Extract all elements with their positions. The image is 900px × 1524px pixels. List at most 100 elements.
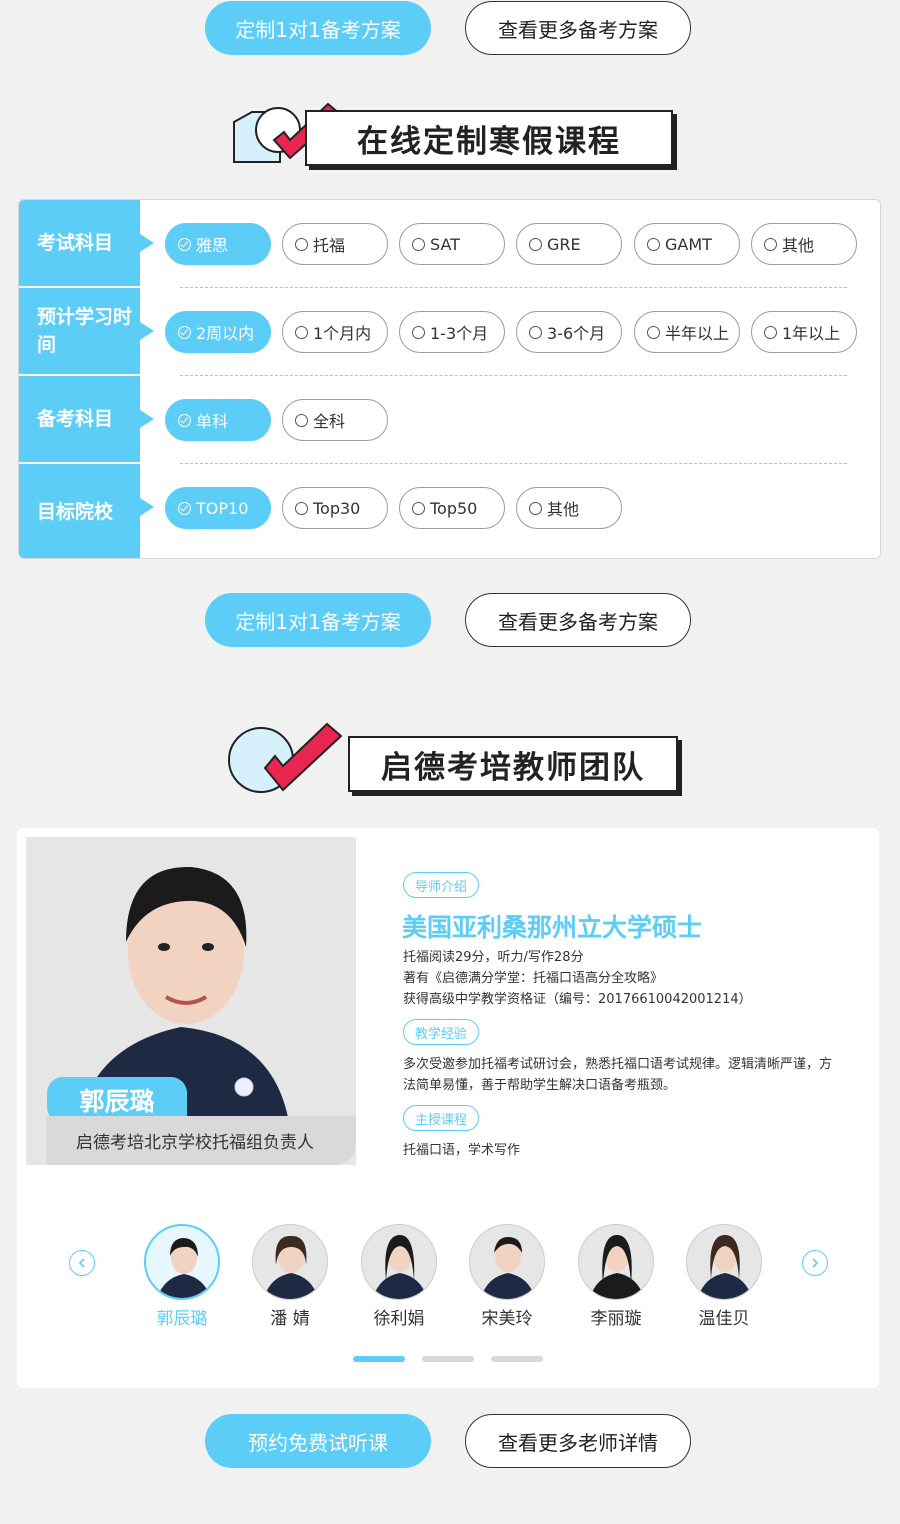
avatar-portrait-icon bbox=[157, 1238, 211, 1298]
avatar-portrait-icon bbox=[263, 1235, 319, 1299]
more-teachers-button[interactable]: 查看更多老师详情 bbox=[465, 1414, 691, 1468]
avatar-portrait-icon bbox=[589, 1235, 645, 1299]
teacher-avatar bbox=[252, 1224, 328, 1300]
radio-icon bbox=[764, 237, 777, 251]
teacher-courses: 托福口语，学术写作 bbox=[403, 1143, 521, 1158]
check-badge-icon bbox=[228, 722, 343, 793]
option-within-1-month[interactable]: 1个月内 bbox=[282, 311, 388, 353]
radio-icon bbox=[647, 325, 660, 339]
form-row-study-time: 预计学习时间 2周以内 1个月内 1-3个月 3-6个月 半年以上 1年以上 bbox=[19, 288, 880, 376]
tag-experience: 教学经验 bbox=[403, 1019, 480, 1045]
option-top30[interactable]: Top30 bbox=[282, 487, 388, 529]
row-label-exam-subject: 考试科目 bbox=[19, 200, 154, 286]
carousel-teacher-item[interactable]: 温佳贝 bbox=[684, 1224, 764, 1329]
carousel-teacher-item[interactable]: 潘 婧 bbox=[250, 1224, 330, 1329]
option-top50[interactable]: Top50 bbox=[399, 487, 505, 529]
radio-checked-icon bbox=[178, 413, 191, 427]
teacher-avatar-name: 温佳贝 bbox=[698, 1309, 750, 1329]
carousel-teacher-item[interactable]: 宋美玲 bbox=[467, 1224, 547, 1329]
section-title-course: 在线定制寒假课程 bbox=[0, 100, 900, 172]
section-title-text: 在线定制寒假课程 bbox=[305, 110, 673, 166]
option-over-half-year[interactable]: 半年以上 bbox=[634, 311, 740, 353]
radio-icon bbox=[529, 501, 542, 515]
radio-checked-icon bbox=[178, 237, 191, 251]
carousel-prev-button[interactable] bbox=[69, 1250, 95, 1276]
customize-plan-button[interactable]: 定制1对1备考方案 bbox=[205, 593, 431, 647]
radio-icon bbox=[295, 237, 308, 251]
option-within-2-weeks[interactable]: 2周以内 bbox=[165, 311, 271, 353]
section-title-text: 启德考培教师团队 bbox=[348, 736, 678, 792]
option-3-6-months[interactable]: 3-6个月 bbox=[516, 311, 622, 353]
radio-icon bbox=[529, 325, 542, 339]
tag-intro: 导师介绍 bbox=[403, 872, 480, 898]
option-other-subject[interactable]: 其他 bbox=[751, 223, 857, 265]
intro-line: 获得高级中学教学资格证（编号：20176610042001214） bbox=[403, 992, 752, 1007]
carousel-page-dot[interactable] bbox=[422, 1356, 474, 1362]
avatar-portrait-icon bbox=[372, 1235, 428, 1299]
tag-courses: 主授课程 bbox=[403, 1105, 480, 1131]
section-title-teachers: 启德考培教师团队 bbox=[0, 720, 900, 800]
form-row-prep-scope: 备考科目 单科 全科 bbox=[19, 376, 880, 464]
option-all-subjects[interactable]: 全科 bbox=[282, 399, 388, 441]
form-row-exam-subject: 考试科目 雅思 托福 SAT GRE GAMT 其他 bbox=[19, 200, 880, 288]
avatar-portrait-icon bbox=[697, 1235, 753, 1299]
avatar-portrait-icon bbox=[480, 1237, 536, 1299]
option-sat[interactable]: SAT bbox=[399, 223, 505, 265]
carousel-teacher-item[interactable]: 徐利娟 bbox=[359, 1224, 439, 1329]
mid-button-row: 定制1对1备考方案 查看更多备考方案 bbox=[0, 593, 900, 647]
teacher-experience: 多次受邀参加托福考试研讨会，熟悉托福口语考试规律。逻辑清晰严谨，方法简单易懂，善… bbox=[403, 1057, 833, 1093]
teacher-role: 启德考培北京学校托福组负责人 bbox=[46, 1116, 356, 1165]
intro-line: 著有《启德满分学堂：托福口语高分全攻略》 bbox=[403, 971, 664, 986]
top-button-row: 定制1对1备考方案 查看更多备考方案 bbox=[0, 1, 900, 55]
course-customize-form: 考试科目 雅思 托福 SAT GRE GAMT 其他 预计学习时间 2周以内 1… bbox=[18, 199, 881, 559]
option-single-subject[interactable]: 单科 bbox=[165, 399, 271, 441]
carousel-teacher-item[interactable]: 郭辰璐 bbox=[142, 1224, 222, 1329]
option-gamt[interactable]: GAMT bbox=[634, 223, 740, 265]
option-gre[interactable]: GRE bbox=[516, 223, 622, 265]
radio-icon bbox=[529, 237, 542, 251]
teacher-avatar-name: 李丽璇 bbox=[590, 1309, 642, 1329]
teacher-avatar-name: 徐利娟 bbox=[373, 1309, 425, 1329]
radio-icon bbox=[295, 501, 308, 515]
option-top10[interactable]: TOP10 bbox=[165, 487, 271, 529]
radio-checked-icon bbox=[178, 501, 191, 515]
more-plans-button[interactable]: 查看更多备考方案 bbox=[465, 1, 691, 55]
row-label-target-school: 目标院校 bbox=[19, 464, 154, 558]
teacher-avatar-name: 宋美玲 bbox=[481, 1309, 533, 1329]
row-label-prep-scope: 备考科目 bbox=[19, 376, 154, 462]
radio-icon bbox=[647, 237, 660, 251]
carousel-next-button[interactable] bbox=[802, 1250, 828, 1276]
option-ielts[interactable]: 雅思 bbox=[165, 223, 271, 265]
chevron-left-icon bbox=[78, 1258, 85, 1268]
intro-line: 托福阅读29分，听力/写作28分 bbox=[403, 950, 584, 965]
radio-icon bbox=[412, 325, 425, 339]
radio-icon bbox=[295, 325, 308, 339]
teacher-avatar bbox=[361, 1224, 437, 1300]
teacher-avatar bbox=[144, 1224, 220, 1300]
radio-icon bbox=[412, 501, 425, 515]
radio-icon bbox=[764, 325, 777, 339]
radio-icon bbox=[295, 413, 308, 427]
teacher-headline: 美国亚利桑那州立大学硕士 bbox=[402, 913, 703, 942]
radio-checked-icon bbox=[178, 325, 191, 339]
book-free-class-button[interactable]: 预约免费试听课 bbox=[205, 1414, 431, 1468]
teacher-avatar bbox=[686, 1224, 762, 1300]
teacher-avatar bbox=[578, 1224, 654, 1300]
chevron-right-icon bbox=[812, 1258, 819, 1268]
teacher-avatar-name: 郭辰璐 bbox=[156, 1309, 208, 1329]
carousel-page-dot[interactable] bbox=[353, 1356, 405, 1362]
form-row-target-school: 目标院校 TOP10 Top30 Top50 其他 bbox=[19, 464, 880, 558]
option-over-1-year[interactable]: 1年以上 bbox=[751, 311, 857, 353]
teacher-avatar bbox=[469, 1224, 545, 1300]
option-toefl[interactable]: 托福 bbox=[282, 223, 388, 265]
teacher-card: 郭辰璐 启德考培北京学校托福组负责人 导师介绍 美国亚利桑那州立大学硕士 托福阅… bbox=[17, 828, 879, 1388]
carousel-page-dot[interactable] bbox=[491, 1356, 543, 1362]
option-other-school[interactable]: 其他 bbox=[516, 487, 622, 529]
carousel-teacher-item[interactable]: 李丽璇 bbox=[576, 1224, 656, 1329]
radio-icon bbox=[412, 237, 425, 251]
teacher-avatar-name: 潘 婧 bbox=[270, 1309, 310, 1329]
option-1-3-months[interactable]: 1-3个月 bbox=[399, 311, 505, 353]
customize-plan-button[interactable]: 定制1对1备考方案 bbox=[205, 1, 431, 55]
more-plans-button[interactable]: 查看更多备考方案 bbox=[465, 593, 691, 647]
bottom-button-row: 预约免费试听课 查看更多老师详情 bbox=[0, 1414, 900, 1468]
